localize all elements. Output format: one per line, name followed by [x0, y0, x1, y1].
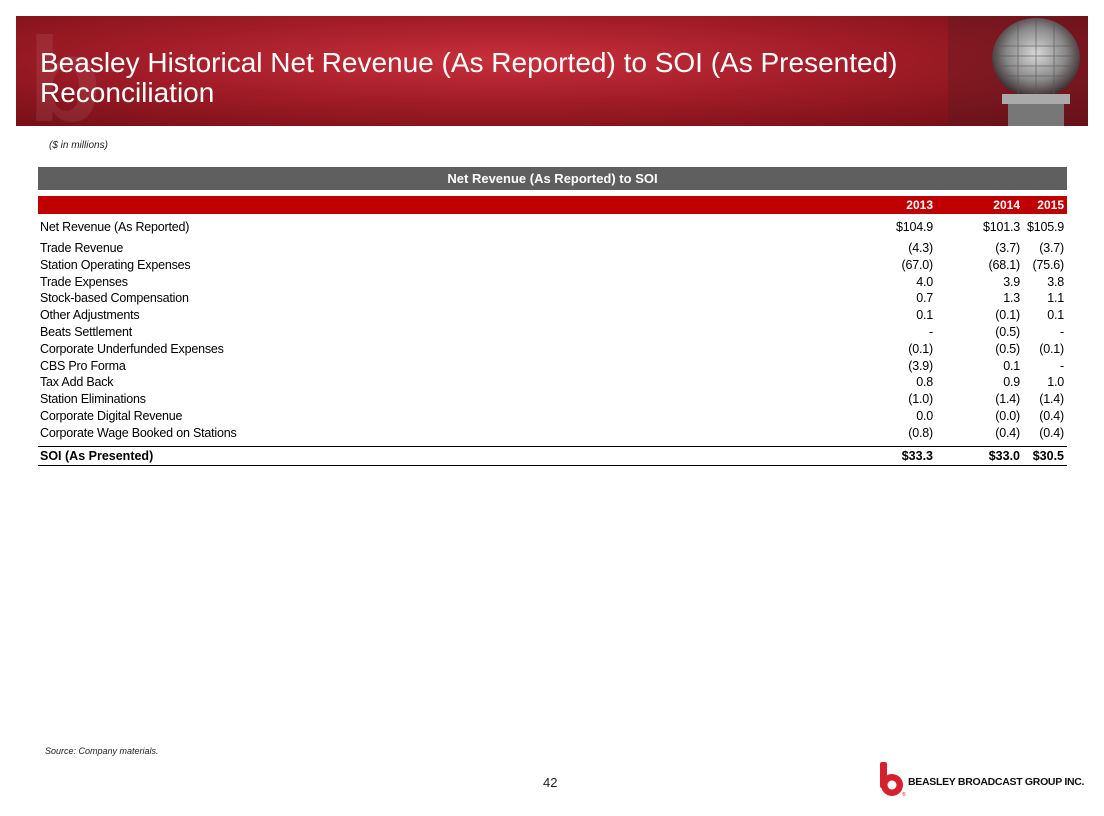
value-2015: (0.1) — [1039, 341, 1064, 356]
value-2013: (0.1) — [908, 341, 933, 356]
table-row: Other Adjustments 0.1 (0.1) 0.1 — [38, 307, 1067, 324]
table-row: Corporate Digital Revenue 0.0 (0.0) (0.4… — [38, 408, 1067, 425]
svg-text:®: ® — [902, 791, 906, 798]
reconciliation-table: Net Revenue (As Reported) to SOI 2013 20… — [38, 167, 1067, 466]
microphone-icon — [948, 16, 1088, 126]
year-2015: 2015 — [1037, 198, 1064, 212]
value-2015: (1.4) — [1039, 392, 1064, 407]
value-2015: 1.1 — [1047, 291, 1064, 306]
value-2013: 0.1 — [916, 308, 933, 323]
table-row: CBS Pro Forma (3.9) 0.1 - — [38, 358, 1067, 375]
page-title: Beasley Historical Net Revenue (As Repor… — [40, 47, 898, 108]
value-2013: - — [929, 324, 933, 339]
row-label: Station Eliminations — [40, 392, 146, 407]
table-row: Station Operating Expenses (67.0) (68.1)… — [38, 257, 1067, 274]
total-row: SOI (As Presented) $33.3 $33.0 $30.5 — [38, 445, 1067, 466]
total-label: SOI (As Presented) — [40, 448, 154, 463]
value-2013: $104.9 — [895, 220, 933, 234]
row-label: Net Revenue (As Reported) — [40, 220, 190, 234]
row-label: CBS Pro Forma — [40, 358, 126, 373]
value-2015: 3.8 — [1047, 274, 1064, 289]
value-2013: 4.0 — [916, 274, 933, 289]
table-row: Net Revenue (As Reported) $104.9 $101.3 … — [38, 216, 1067, 238]
beasley-b-logo-icon: ® — [880, 762, 906, 798]
table-row: Beats Settlement - (0.5) - — [38, 324, 1067, 341]
value-2015: 0.1 — [1047, 308, 1064, 323]
value-2015: (0.4) — [1039, 408, 1064, 423]
table-row: Trade Revenue (4.3) (3.7) (3.7) — [38, 240, 1067, 257]
row-label: Station Operating Expenses — [40, 257, 191, 272]
table-header: Net Revenue (As Reported) to SOI — [38, 167, 1067, 190]
row-label: Tax Add Back — [40, 375, 114, 390]
value-2013: (0.8) — [908, 425, 933, 440]
row-label: Corporate Wage Booked on Stations — [40, 425, 237, 440]
row-label: Beats Settlement — [40, 324, 132, 339]
value-2015: - — [1060, 324, 1064, 339]
value-2013: (1.0) — [908, 392, 933, 407]
year-2013: 2013 — [906, 198, 933, 212]
page-number: 42 — [543, 775, 558, 790]
logo-text: BEASLEY BROADCAST GROUP INC. — [908, 776, 1085, 788]
value-2015: (3.7) — [1039, 241, 1064, 255]
value-2015: $105.9 — [1026, 220, 1064, 234]
total-2013: $33.3 — [901, 448, 933, 463]
row-label: Corporate Digital Revenue — [40, 408, 183, 423]
company-logo: ® BEASLEY BROADCAST GROUP INC. — [876, 760, 1084, 798]
table-row: Station Eliminations (1.0) (1.4) (1.4) — [38, 391, 1067, 408]
title-banner: b Beasley Historical Net Revenue (As Rep… — [16, 16, 1088, 126]
row-label: Other Adjustments — [40, 308, 140, 323]
source-note: Source: Company materials. — [45, 746, 159, 756]
value-2015: - — [1060, 358, 1064, 373]
value-2013: 0.0 — [916, 408, 933, 423]
value-2013: (3.9) — [908, 358, 933, 373]
year-header-row: 2013 2014 2015 — [38, 196, 1067, 214]
units-note: ($ in millions) — [49, 140, 108, 151]
value-2013: 0.8 — [916, 375, 933, 390]
row-label: Corporate Underfunded Expenses — [40, 341, 224, 356]
total-2015: $30.5 — [1032, 448, 1064, 463]
table-row: Stock-based Compensation 0.7 1.3 1.1 — [38, 290, 1067, 307]
value-2015: (0.4) — [1039, 425, 1064, 440]
table-row: Corporate Wage Booked on Stations (0.8) … — [38, 425, 1067, 442]
value-2013: 0.7 — [916, 291, 933, 306]
value-2015: (75.6) — [1032, 257, 1065, 272]
row-label: Trade Expenses — [40, 274, 128, 289]
row-label: Stock-based Compensation — [40, 291, 189, 306]
value-2015: 1.0 — [1047, 375, 1064, 390]
row-label: Trade Revenue — [40, 241, 124, 255]
value-2013: (67.0) — [901, 257, 934, 272]
table-row: Trade Expenses 4.0 3.9 3.8 — [38, 274, 1067, 291]
table-row: Corporate Underfunded Expenses (0.1) (0.… — [38, 341, 1067, 358]
value-2013: (4.3) — [908, 241, 933, 255]
table-row: Tax Add Back 0.8 0.9 1.0 — [38, 374, 1067, 391]
